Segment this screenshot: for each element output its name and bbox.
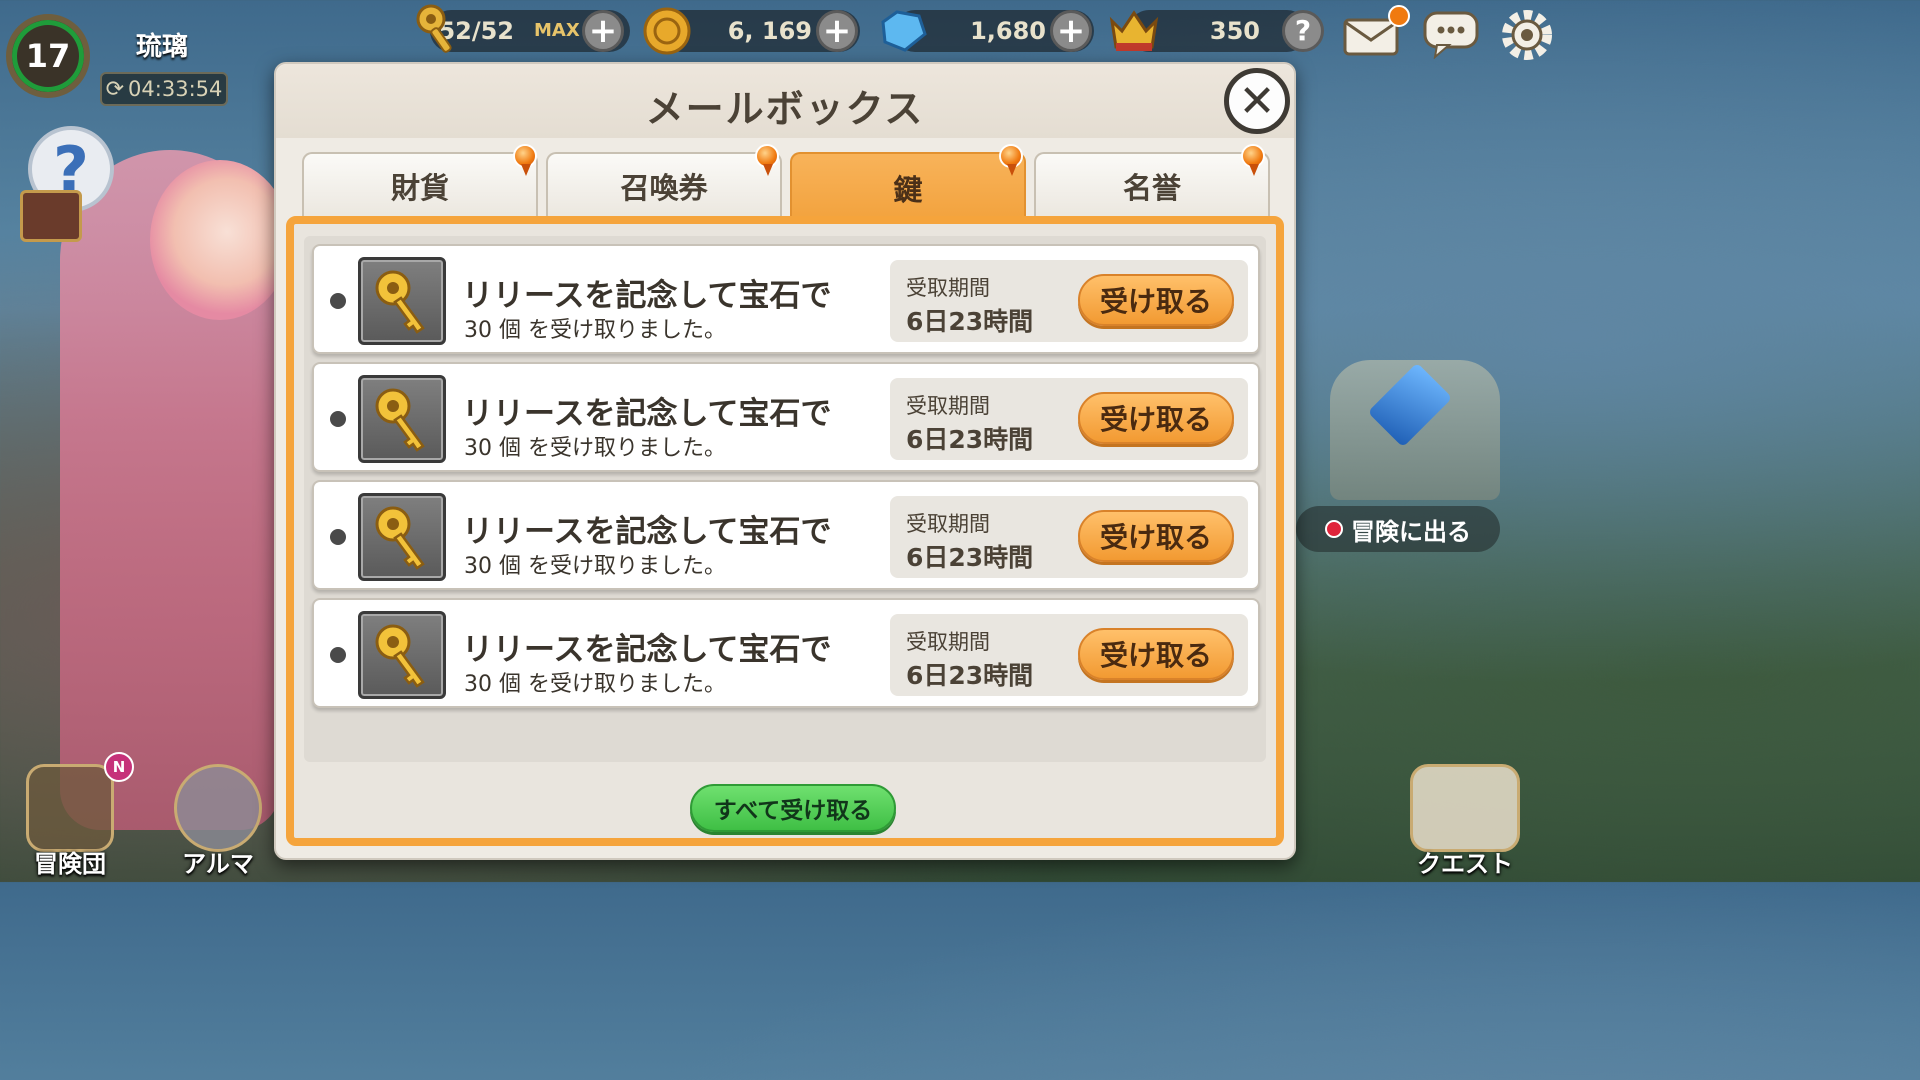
period-label: 受取期間 [906, 512, 990, 536]
tab-label: 名誉 [1122, 171, 1181, 205]
knight-helmet-icon [174, 764, 262, 852]
nav-label: クエスト [1417, 850, 1513, 878]
unread-dot-icon [330, 647, 346, 663]
guide-book-icon[interactable] [20, 190, 82, 242]
mail-list[interactable]: リリースを記念して宝石で 30 個 を受け取りました。 受取期間 6日23時間 … [304, 236, 1266, 762]
receive-period-box: 受取期間 6日23時間 受け取る [890, 260, 1248, 342]
honor-help-button[interactable]: ? [1282, 10, 1324, 52]
period-value: 6日23時間 [906, 661, 1034, 690]
honor-value: 350 [1209, 17, 1260, 45]
stamina-max-tag: MAX [534, 20, 580, 41]
timer-text: 04:33:54 [128, 77, 223, 101]
mail-item: リリースを記念して宝石で 30 個 を受け取りました。 受取期間 6日23時間 … [312, 244, 1260, 354]
unread-dot-icon [330, 293, 346, 309]
receive-button[interactable]: 受け取る [1078, 274, 1234, 326]
tab-label: 鍵 [893, 173, 923, 207]
gold-key-icon [358, 493, 446, 581]
tab-notification-pin-icon [752, 144, 782, 180]
gear-icon[interactable] [1496, 4, 1558, 66]
unread-dot-icon [330, 411, 346, 427]
period-label: 受取期間 [906, 394, 990, 418]
receive-period-box: 受取期間 6日23時間 受け取る [890, 496, 1248, 578]
receive-button[interactable]: 受け取る [1078, 392, 1234, 444]
close-icon: ✕ [1238, 75, 1276, 127]
tab-notification-pin-icon [510, 144, 540, 180]
player-name: 琉璃 [136, 32, 189, 62]
refresh-icon: ⟳ [105, 76, 125, 102]
tab-notification-pin-icon [996, 144, 1026, 180]
period-value: 6日23時間 [906, 425, 1034, 454]
mail-title: リリースを記念して宝石で [462, 278, 832, 314]
player-level-badge[interactable]: 17 [6, 14, 90, 98]
receive-button[interactable]: 受け取る [1078, 510, 1234, 562]
nav-label: アルマ [182, 850, 254, 878]
period-value: 6日23時間 [906, 543, 1034, 572]
tab-summon-tickets[interactable]: 召喚券 [546, 152, 782, 218]
mail-subtitle: 30 個 を受け取りました。 [464, 554, 726, 579]
receive-all-button[interactable]: すべて受け取る [690, 784, 896, 832]
tab-label: 財貨 [390, 171, 449, 205]
receive-period-box: 受取期間 6日23時間 受け取る [890, 614, 1248, 696]
nav-quest[interactable]: クエスト [1390, 760, 1540, 882]
notification-dot-icon [1325, 520, 1343, 538]
stamina-plus-button[interactable]: + [582, 10, 624, 52]
backpack-icon [26, 764, 114, 852]
mail-subtitle: 30 個 を受け取りました。 [464, 318, 726, 343]
background-character-head [150, 160, 290, 320]
mail-title: リリースを記念して宝石で [462, 632, 832, 668]
close-button[interactable]: ✕ [1224, 68, 1290, 134]
book-icon [1410, 764, 1520, 852]
chat-icon[interactable] [1420, 8, 1482, 60]
mail-title: リリースを記念して宝石で [462, 514, 832, 550]
mail-title: リリースを記念して宝石で [462, 396, 832, 432]
tab-notification-pin-icon [1238, 144, 1268, 180]
dialog-title: メールボックス [645, 87, 925, 131]
go-adventure-label: 冒険に出る [1351, 517, 1471, 546]
gold-key-icon [358, 375, 446, 463]
gold-value: 6, 169 [727, 17, 812, 45]
nav-badge: N [104, 752, 134, 782]
gold-key-icon [358, 611, 446, 699]
go-adventure-button[interactable]: 冒険に出る [1296, 506, 1500, 552]
receive-period-box: 受取期間 6日23時間 受け取る [890, 378, 1248, 460]
tab-label: 召喚券 [620, 171, 708, 205]
mail-item: リリースを記念して宝石で 30 個 を受け取りました。 受取期間 6日23時間 … [312, 480, 1260, 590]
tab-honor[interactable]: 名誉 [1034, 152, 1270, 218]
key-stamina-icon [410, 2, 466, 58]
tab-currency[interactable]: 財貨 [302, 152, 538, 218]
gold-coin-icon [640, 4, 694, 58]
mail-item: リリースを記念して宝石で 30 個 を受け取りました。 受取期間 6日23時間 … [312, 362, 1260, 472]
period-label: 受取期間 [906, 276, 990, 300]
mail-list-frame: リリースを記念して宝石で 30 個 を受け取りました。 受取期間 6日23時間 … [286, 216, 1284, 846]
tab-keys[interactable]: 鍵 [790, 152, 1026, 222]
nav-arma[interactable]: アルマ [158, 760, 278, 882]
period-value: 6日23時間 [906, 307, 1034, 336]
gem-plus-button[interactable]: + [1050, 10, 1092, 52]
nav-label: 冒険団 [34, 850, 106, 878]
gold-plus-button[interactable]: + [816, 10, 858, 52]
period-label: 受取期間 [906, 630, 990, 654]
mailbox-dialog: メールボックス ✕ 財貨 召喚券 鍵 名誉 リリースを記念して宝石で 30 個 … [274, 62, 1296, 860]
mail-subtitle: 30 個 を受け取りました。 [464, 672, 726, 697]
mail-icon[interactable] [1340, 4, 1412, 60]
mail-subtitle: 30 個 を受け取りました。 [464, 436, 726, 461]
dialog-header: メールボックス [276, 64, 1294, 138]
gold-key-icon [358, 257, 446, 345]
mail-item: リリースを記念して宝石で 30 個 を受け取りました。 受取期間 6日23時間 … [312, 598, 1260, 708]
receive-button[interactable]: 受け取る [1078, 628, 1234, 680]
gem-icon [874, 6, 928, 56]
stamina-timer: ⟳ 04:33:54 [100, 72, 228, 106]
gem-value: 1,680 [970, 17, 1046, 45]
unread-dot-icon [330, 529, 346, 545]
crown-icon [1106, 4, 1162, 58]
